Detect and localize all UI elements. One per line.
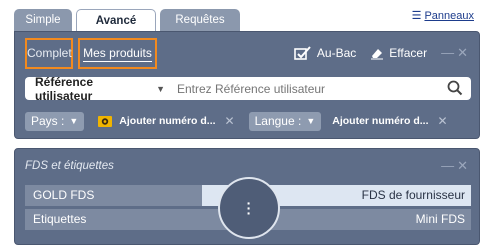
fds-fournisseur-option[interactable]: FDS de fournisseur [362, 185, 465, 206]
panel-toolbar: Au-Bac Effacer —✕ [280, 43, 471, 63]
minimize-icon[interactable]: — [441, 158, 457, 173]
toggle-knob[interactable]: · · · [218, 177, 280, 239]
mini-fds-option[interactable]: Mini FDS [416, 209, 465, 230]
panneaux-label: Panneaux [424, 10, 474, 22]
close-icon[interactable]: ✕ [438, 114, 448, 128]
menu-icon: ☰ [411, 10, 422, 22]
mode-mes-produits-button[interactable]: Mes produits [78, 38, 157, 69]
close-icon[interactable]: ✕ [457, 158, 471, 173]
add-country-number-link[interactable]: Ajouter numéro d... [119, 115, 215, 127]
filter-row: Pays : ▼ Ajouter numéro d... ✕ Langue : … [25, 110, 462, 132]
close-icon[interactable]: ✕ [457, 45, 471, 60]
langue-label: Langue : [254, 114, 302, 128]
tab-avance[interactable]: Avancé [76, 9, 156, 31]
fds-window-controls[interactable]: —✕ [441, 158, 471, 174]
panel-window-controls[interactable]: —✕ [441, 45, 471, 61]
search-type-label: Référence utilisateur [35, 74, 94, 103]
vertical-dots-icon: · · · [246, 194, 252, 221]
close-icon[interactable]: ✕ [225, 114, 235, 128]
search-panel: Complet Mes produits Au-Bac Effacer —✕ R… [14, 31, 480, 139]
pays-label: Pays : [31, 114, 65, 128]
gold-fds-option[interactable]: GOLD FDS [33, 185, 94, 206]
eraser-icon [371, 49, 384, 60]
fds-panel: FDS et étiquettes —✕ GOLD FDS FDS de fou… [14, 148, 480, 245]
effacer-label: Effacer [389, 46, 428, 60]
pays-dropdown[interactable]: Pays : ▼ [25, 111, 85, 131]
langue-dropdown[interactable]: Langue : ▼ [248, 111, 322, 131]
globe-flag-icon [98, 115, 113, 128]
minimize-icon[interactable]: — [441, 45, 457, 60]
panneaux-link[interactable]: ☰ Panneaux [412, 9, 474, 22]
search-input[interactable] [176, 81, 471, 96]
etiquettes-option[interactable]: Etiquettes [33, 209, 86, 230]
chevron-down-icon: ▼ [306, 116, 316, 126]
search-bar: Référence utilisateur ▼ [25, 75, 471, 103]
effacer-button[interactable]: Effacer [370, 46, 427, 60]
chevron-down-icon: ▼ [156, 83, 165, 94]
add-language-number-link[interactable]: Ajouter numéro d... [332, 115, 428, 127]
fds-panel-title: FDS et étiquettes [25, 160, 114, 172]
mode-complet-button[interactable]: Complet [25, 38, 73, 69]
tab-requetes[interactable]: Requêtes [160, 9, 240, 31]
search-type-dropdown[interactable]: Référence utilisateur ▼ [35, 75, 165, 103]
chevron-down-icon: ▼ [69, 116, 79, 126]
au-bac-label: Au-Bac [316, 46, 357, 60]
au-bac-button[interactable]: Au-Bac [294, 45, 356, 61]
checkbox-pen-icon [294, 46, 311, 60]
search-icon[interactable] [447, 80, 463, 99]
tab-simple[interactable]: Simple [14, 9, 72, 31]
mode-mes-produits-label: Mes produits [83, 46, 152, 62]
